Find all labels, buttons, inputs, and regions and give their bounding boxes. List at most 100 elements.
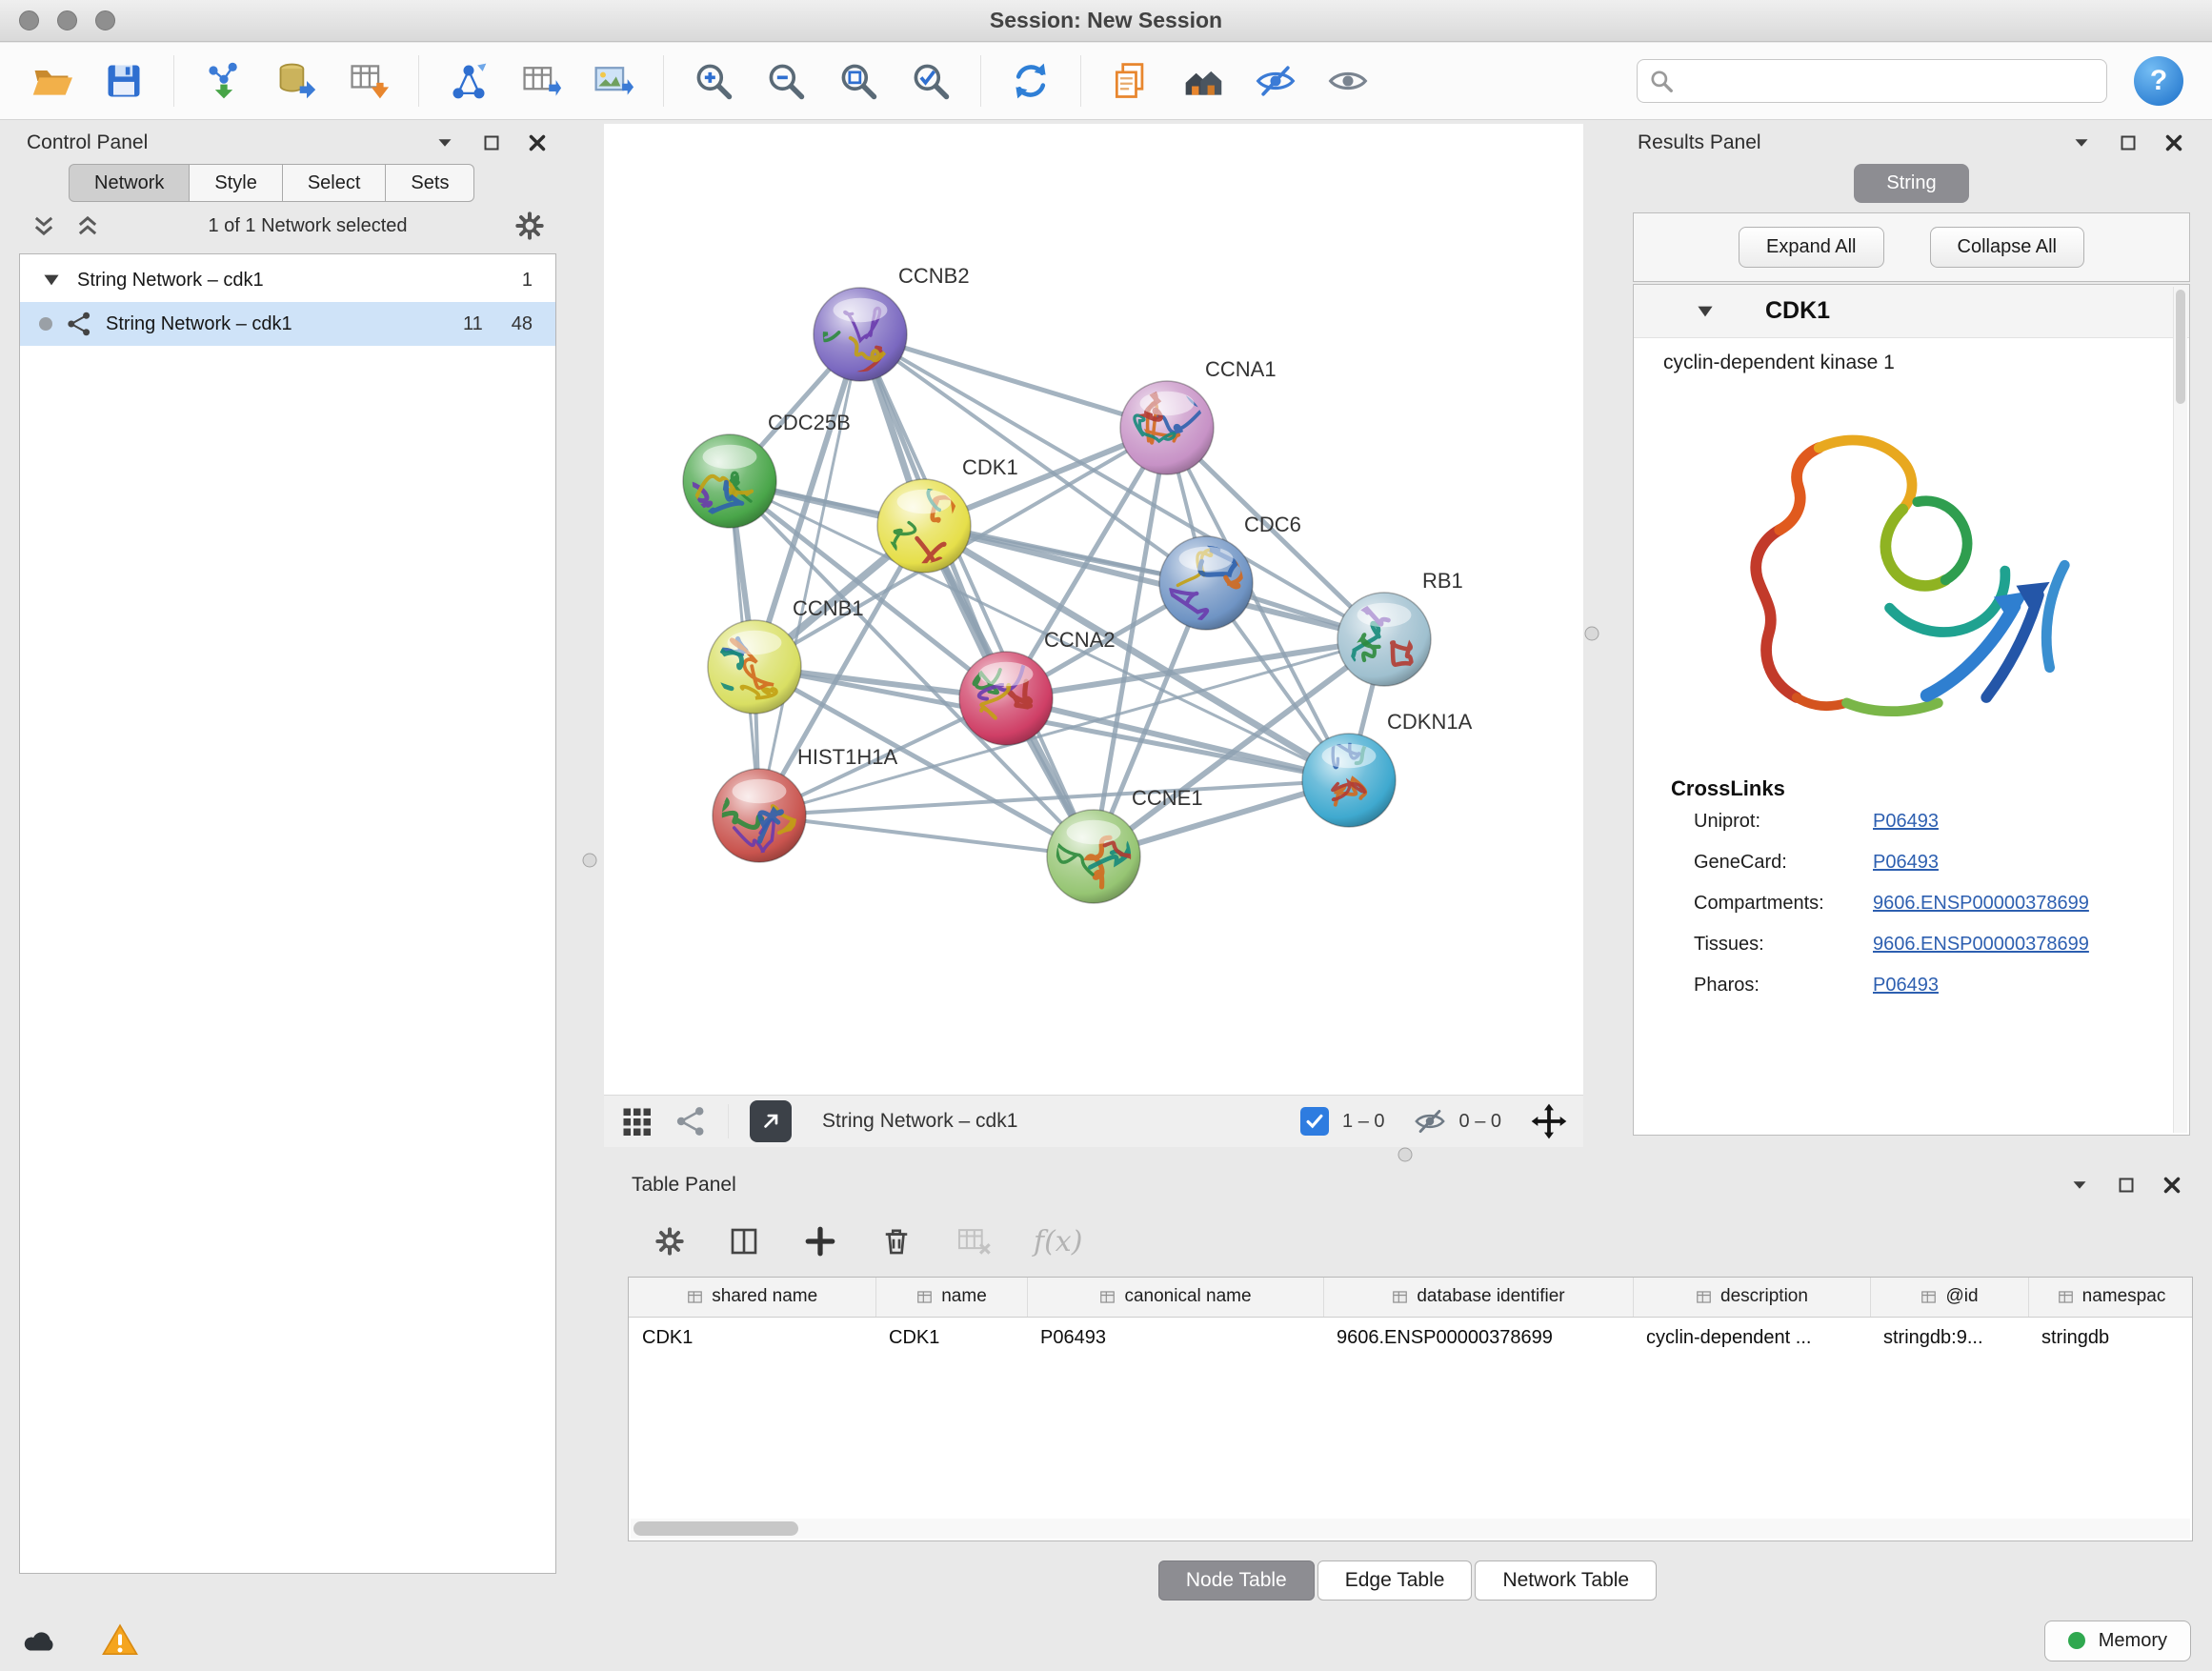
grid-view-icon[interactable] xyxy=(619,1104,654,1138)
memory-button[interactable]: Memory xyxy=(2044,1621,2191,1661)
collapse-all-button[interactable]: Collapse All xyxy=(1930,227,2085,268)
results-panel: Results Panel String Expand All Collapse… xyxy=(1622,122,2201,1147)
close-icon[interactable] xyxy=(526,131,549,154)
network-node-CCNB2[interactable] xyxy=(784,288,907,395)
close-icon[interactable] xyxy=(2161,1174,2183,1197)
tab-edge-table[interactable]: Edge Table xyxy=(1317,1560,1473,1601)
edge-CCNE1-HIST1H1A[interactable] xyxy=(759,815,1094,856)
compartments-link[interactable]: 9606.ENSP00000378699 xyxy=(1873,893,2089,915)
column-header--id[interactable]: @id xyxy=(1870,1278,2028,1317)
node-label-CDC25B: CDC25B xyxy=(768,411,851,434)
entry-expander-icon[interactable] xyxy=(1693,299,1718,324)
uniprot-link[interactable]: P06493 xyxy=(1873,811,1939,833)
network-collection-row[interactable]: String Network – cdk1 1 xyxy=(20,258,555,302)
table-row[interactable]: CDK1CDK1P064939606.ENSP00000378699cyclin… xyxy=(629,1317,2193,1359)
results-scrollbar[interactable] xyxy=(2173,287,2187,1133)
tab-network-table[interactable]: Network Table xyxy=(1475,1560,1657,1601)
selected-checkbox-icon[interactable] xyxy=(1300,1107,1329,1136)
zoom-in-button[interactable] xyxy=(691,58,736,104)
import-network-from-database-button[interactable] xyxy=(273,58,319,104)
column-header-name[interactable]: name xyxy=(875,1278,1027,1317)
hide-selected-button[interactable] xyxy=(1253,58,1298,104)
edge-CCNB2-CCNA1[interactable] xyxy=(860,334,1167,428)
bottom-splitter-handle[interactable] xyxy=(1398,1148,1413,1162)
zoom-selected-button[interactable] xyxy=(908,58,954,104)
warning-icon[interactable] xyxy=(101,1621,139,1660)
column-header-shared-name[interactable]: shared name xyxy=(629,1278,875,1317)
chevron-down-icon[interactable] xyxy=(432,131,457,155)
tab-string[interactable]: String xyxy=(1854,164,1968,203)
left-splitter-handle[interactable] xyxy=(583,854,597,868)
show-columns-icon[interactable] xyxy=(727,1224,761,1258)
column-header-database-identifier[interactable]: database identifier xyxy=(1323,1278,1633,1317)
gear-icon[interactable] xyxy=(514,211,545,241)
clone-network-button[interactable] xyxy=(1108,58,1154,104)
table-hscroll-thumb[interactable] xyxy=(633,1521,798,1536)
import-network-from-file-button[interactable] xyxy=(201,58,247,104)
open-session-button[interactable] xyxy=(29,58,74,104)
tab-style[interactable]: Style xyxy=(190,164,282,202)
tab-select[interactable]: Select xyxy=(283,164,387,202)
window-minimize-button[interactable] xyxy=(57,10,77,30)
table-hscrollbar[interactable] xyxy=(631,1519,2190,1539)
export-image-button[interactable] xyxy=(591,58,636,104)
network-row[interactable]: String Network – cdk1 11 48 xyxy=(20,302,555,346)
maximize-icon[interactable] xyxy=(480,131,503,154)
network-node-CCNA1[interactable] xyxy=(1120,381,1214,474)
network-canvas[interactable]: CCNB2CCNA1CDC25BCDK1CDC6RB1CCNB1CCNA2CDK… xyxy=(604,124,1583,1095)
cloud-icon[interactable] xyxy=(21,1621,61,1661)
window-zoom-button[interactable] xyxy=(95,10,115,30)
column-header-canonical-name[interactable]: canonical name xyxy=(1027,1278,1323,1317)
new-network-button[interactable] xyxy=(446,58,492,104)
delete-column-icon[interactable] xyxy=(879,1224,914,1258)
pharos-link[interactable]: P06493 xyxy=(1873,975,1939,997)
network-node-CDC25B[interactable] xyxy=(682,434,776,535)
maximize-icon[interactable] xyxy=(2115,1174,2138,1197)
table-settings-gear-icon[interactable] xyxy=(654,1226,685,1257)
maximize-icon[interactable] xyxy=(2117,131,2140,154)
share-view-icon[interactable] xyxy=(674,1105,707,1137)
chevron-down-icon[interactable] xyxy=(2067,1173,2092,1198)
move-crosshair-icon[interactable] xyxy=(1530,1102,1568,1140)
show-all-button[interactable] xyxy=(1325,58,1371,104)
edge-CCNB2-HIST1H1A[interactable] xyxy=(759,334,860,815)
save-session-button[interactable] xyxy=(101,58,147,104)
add-column-icon[interactable] xyxy=(803,1224,837,1258)
edge-CDK1-RB1[interactable] xyxy=(924,526,1384,639)
hidden-eye-slash-icon[interactable] xyxy=(1414,1105,1446,1137)
tab-sets[interactable]: Sets xyxy=(386,164,474,202)
show-home-panel-button[interactable] xyxy=(1180,58,1226,104)
genecard-link[interactable]: P06493 xyxy=(1873,852,1939,874)
tab-node-table[interactable]: Node Table xyxy=(1158,1560,1315,1601)
network-node-HIST1H1A[interactable] xyxy=(713,769,807,862)
network-node-CDC6[interactable] xyxy=(1159,536,1254,630)
window-close-button[interactable] xyxy=(19,10,39,30)
right-splitter-handle[interactable] xyxy=(1585,627,1599,641)
network-node-CCNE1[interactable] xyxy=(1047,810,1143,903)
network-graph[interactable]: CCNB2CCNA1CDC25BCDK1CDC6RB1CCNB1CCNA2CDK… xyxy=(604,124,1583,1095)
edge-RB1-HIST1H1A[interactable] xyxy=(759,639,1384,815)
expand-all-button[interactable]: Expand All xyxy=(1739,227,1884,268)
expander-icon[interactable] xyxy=(39,268,64,292)
detach-view-button[interactable] xyxy=(750,1100,792,1142)
expand-all-icon[interactable] xyxy=(74,212,101,239)
help-button[interactable]: ? xyxy=(2134,56,2183,106)
collapse-all-icon[interactable] xyxy=(30,212,57,239)
import-table-from-file-button[interactable] xyxy=(346,58,392,104)
new-table-button[interactable] xyxy=(518,58,564,104)
network-node-CCNB1[interactable] xyxy=(701,620,801,714)
search-box[interactable] xyxy=(1637,59,2107,103)
zoom-fit-content-button[interactable] xyxy=(835,58,881,104)
column-header-namespac[interactable]: namespac xyxy=(2028,1278,2193,1317)
close-icon[interactable] xyxy=(2162,131,2185,154)
apply-layout-button[interactable] xyxy=(1008,58,1054,104)
crosslink-label: GeneCard: xyxy=(1694,852,1873,874)
tab-network[interactable]: Network xyxy=(69,164,190,202)
chevron-down-icon[interactable] xyxy=(2069,131,2094,155)
zoom-out-button[interactable] xyxy=(763,58,809,104)
search-input[interactable] xyxy=(1683,70,2095,92)
gene-entry-header[interactable]: CDK1 xyxy=(1634,285,2189,338)
tissues-link[interactable]: 9606.ENSP00000378699 xyxy=(1873,934,2089,956)
network-node-CCNA2[interactable] xyxy=(959,645,1053,745)
column-header-description[interactable]: description xyxy=(1633,1278,1870,1317)
